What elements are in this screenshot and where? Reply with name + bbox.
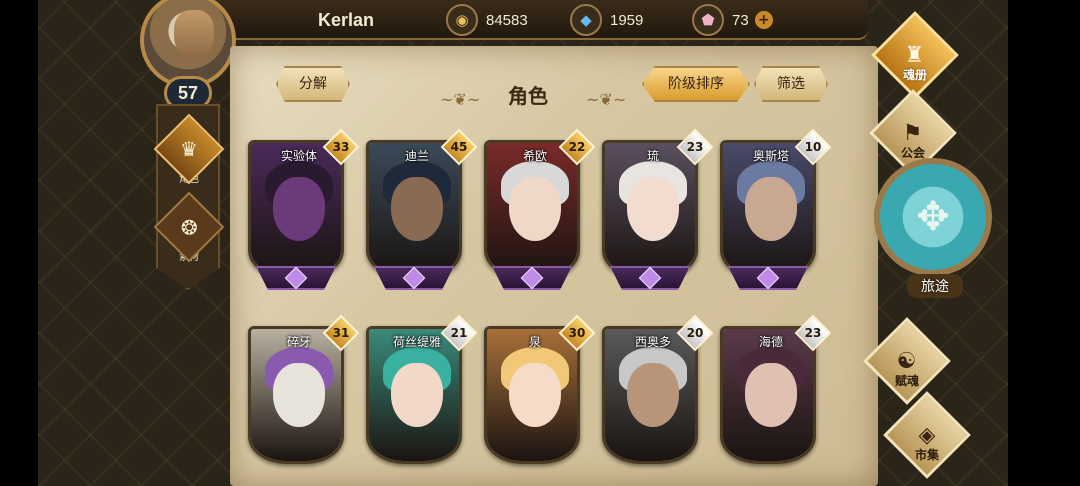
soul-book-icon: ♜ [905,42,925,68]
nav-market[interactable]: ◈ 市集 [883,391,971,479]
decompose-button[interactable]: 分解 [276,66,350,102]
nav-soul-book-label: 魂册 [902,68,927,82]
portrait-face [509,177,561,241]
character-card[interactable]: 琉 23 [602,128,714,292]
card-portrait-frame: 荷丝缇雅 [366,326,462,464]
nav-soul-infuse[interactable]: ☯ 赋魂 [863,317,951,405]
character-card[interactable]: 荷丝缇雅 21 [366,314,478,478]
character-card[interactable]: 泉 30 [484,314,596,478]
nav-journey[interactable]: ✥ 旅途 [874,158,996,308]
guild-icon: ⚑ [903,120,923,146]
crystal-value: 1959 [610,11,644,29]
tab-material[interactable]: ❂ 素材 [153,191,225,272]
character-level: 30 [568,326,586,340]
character-card[interactable]: 碎牙 31 [248,314,360,478]
portrait-face [627,363,679,427]
portrait-face [391,177,443,241]
nav-soul-book[interactable]: ♜ 魂册 [871,11,959,99]
avatar-portrait [174,10,214,58]
character-card[interactable]: 希欧 22 [484,128,596,292]
card-portrait-frame: 海德 [720,326,816,464]
portrait-face [745,177,797,241]
character-level: 20 [686,326,704,340]
character-icon: ♛ [180,137,198,161]
card-portrait-frame: 实验体 [248,140,344,278]
soul-infuse-icon: ☯ [897,348,917,374]
portrait-face [391,363,443,427]
card-portrait-frame: 迪兰 [366,140,462,278]
nav-soul-infuse-label: 赋魂 [894,374,919,388]
filter-button[interactable]: 筛选 [754,66,828,102]
player-name: Kerlan [318,10,375,30]
character-level: 31 [332,326,350,340]
character-level: 21 [450,326,468,340]
gold-value: 84583 [486,11,528,29]
character-level: 23 [686,140,704,154]
title-ornament-left: ~❦~ [440,90,481,109]
market-icon: ◈ [918,422,936,448]
pink-gem-icon: ⬟ [692,4,724,36]
card-portrait-frame: 奥斯塔 [720,140,816,278]
gem-value: 73 [732,11,749,29]
portrait-face [273,363,325,427]
card-portrait-frame: 琉 [602,140,698,278]
character-card[interactable]: 实验体 33 [248,128,360,292]
card-portrait-frame: 泉 [484,326,580,464]
nav-market-label: 市集 [914,448,939,462]
nav-guild[interactable]: ⚑ 公会 [869,89,957,177]
blue-crystal-icon: ◆ [570,4,602,36]
portrait-face [745,363,797,427]
gold-coin-icon: ◉ [446,4,478,36]
character-level: 33 [332,140,350,154]
character-level: 10 [804,140,822,154]
right-letterbox [1008,0,1080,486]
card-portrait-frame: 西奥多 [602,326,698,464]
character-level: 45 [450,140,468,154]
card-portrait-frame: 希欧 [484,140,580,278]
page-title: 角色 [508,84,548,108]
avatar [140,0,236,88]
tab-character[interactable]: ♛ 角色 [153,113,225,194]
card-portrait-frame: 碎牙 [248,326,344,464]
portrait-face [273,177,325,241]
character-card[interactable]: 海德 23 [720,314,832,478]
left-letterbox [0,0,38,486]
character-level: 23 [804,326,822,340]
rank-sort-button[interactable]: 阶级排序 [642,66,750,102]
character-card[interactable]: 迪兰 45 [366,128,478,292]
crystal-currency: ◆ 1959 [570,4,643,36]
material-icon: ❂ [180,214,198,239]
character-level: 22 [568,140,586,154]
nav-journey-label: 旅途 [907,274,963,298]
portrait-face [509,363,561,427]
title-ornament-right: ~❦~ [586,90,627,109]
add-gem-button[interactable]: + [754,11,773,29]
character-card[interactable]: 西奥多 20 [602,314,714,478]
gem-currency: ⬟ 73 + [692,4,773,36]
journey-icon: ✥ [916,194,950,240]
character-card[interactable]: 奥斯塔 10 [720,128,832,292]
portrait-face [627,177,679,241]
gold-currency: ◉ 84583 [446,4,528,36]
